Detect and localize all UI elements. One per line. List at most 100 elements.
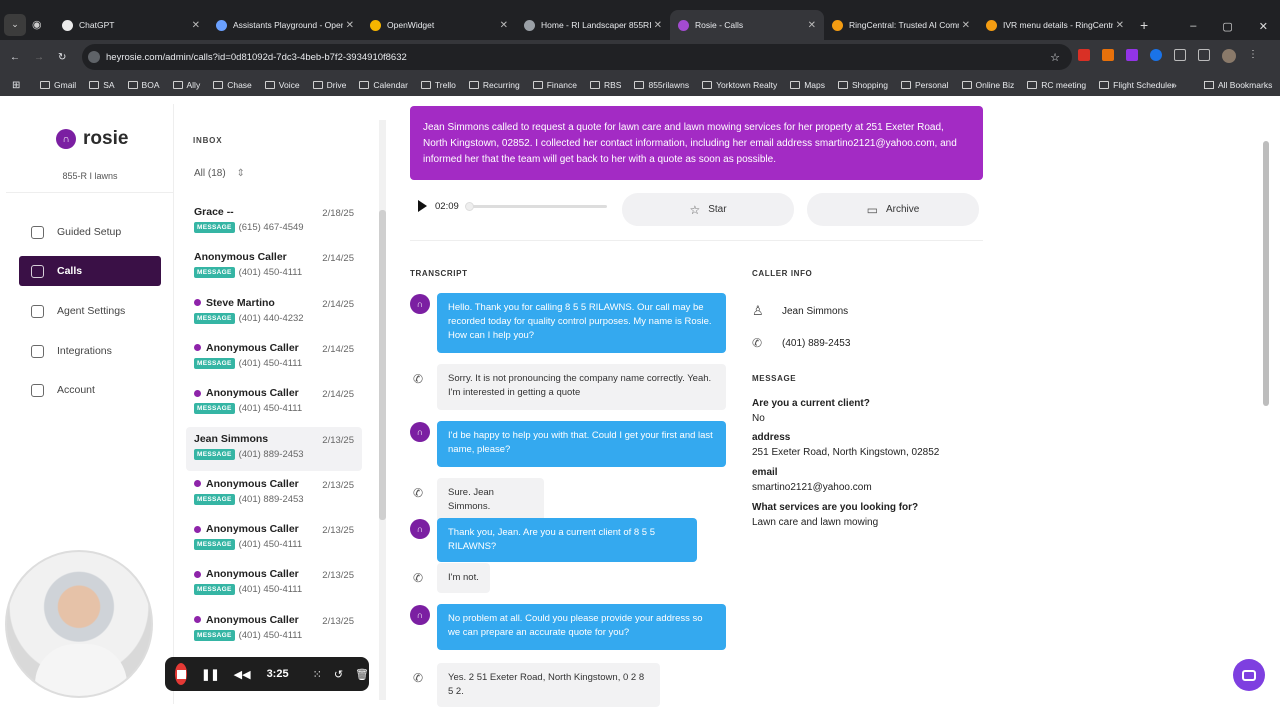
extension-icon[interactable]: [1078, 49, 1090, 61]
bookmark-item[interactable]: Finance: [532, 80, 577, 90]
extensions-puzzle-icon[interactable]: [1174, 49, 1186, 61]
back-icon[interactable]: ←: [10, 52, 20, 63]
stop-recording-button[interactable]: [175, 663, 188, 685]
inbox-row[interactable]: Jean Simmons 2/13/25 MESSAGE (401) 889-2453: [186, 426, 362, 471]
browser-tab[interactable]: IVR menu details - RingCentral ✕: [978, 10, 1132, 40]
caller-name: Anonymous Caller: [206, 477, 299, 490]
caller-phone: (401) 450-4111: [238, 403, 303, 415]
bookmark-item[interactable]: RC meeting: [1027, 80, 1086, 90]
slider-knob[interactable]: [464, 201, 474, 211]
all-bookmarks-folder[interactable]: All Bookmarks: [1204, 80, 1272, 90]
bookmark-item[interactable]: Shopping: [838, 80, 888, 90]
bookmark-item[interactable]: Flight Scheduler: [1099, 80, 1175, 90]
bookmark-item[interactable]: Ally: [172, 80, 200, 90]
inbox-row[interactable]: Anonymous Caller 2/14/25 MESSAGE (401) 450-…: [186, 245, 362, 289]
tab-close-icon[interactable]: ✕: [808, 20, 816, 31]
sidebar-item-label: Guided Setup: [57, 226, 122, 238]
inbox-row[interactable]: Anonymous Caller 2/13/25 MESSAGE (401) 450-…: [186, 608, 362, 652]
caller-phone[interactable]: (401) 889-2453: [782, 338, 850, 349]
site-info-icon[interactable]: [88, 51, 100, 63]
forward-icon[interactable]: →: [34, 52, 44, 63]
tab-close-icon[interactable]: ✕: [654, 20, 662, 31]
sidebar-item-calls[interactable]: Calls: [19, 256, 161, 286]
inbox-row[interactable]: Anonymous Caller 2/14/25 MESSAGE (401) 450-…: [186, 381, 362, 425]
more-bookmarks-icon[interactable]: »: [1172, 80, 1177, 90]
grid-icon[interactable]: ⁙: [313, 668, 322, 681]
bookmark-item[interactable]: Personal: [900, 80, 949, 90]
bookmark-item[interactable]: Online Biz: [961, 80, 1014, 90]
bookmark-item[interactable]: Trello: [420, 80, 456, 90]
audio-progress-slider[interactable]: [464, 201, 607, 211]
side-panel-icon[interactable]: [1198, 49, 1210, 61]
browser-tab[interactable]: Assistants Playground - OpenAI ✕: [208, 10, 362, 40]
bookmark-label: Shopping: [852, 80, 888, 90]
page-scrollbar[interactable]: [1262, 106, 1270, 706]
sidebar-item-account[interactable]: Account: [19, 375, 161, 405]
new-tab-button[interactable]: +: [1140, 17, 1148, 33]
bookmark-item[interactable]: Recurring: [468, 80, 520, 90]
browser-tab[interactable]: RingCentral: Trusted AI Comm ✕: [824, 10, 978, 40]
bookmark-item[interactable]: BOA: [127, 80, 160, 90]
bookmark-item[interactable]: Drive: [312, 80, 346, 90]
scrollbar-thumb[interactable]: [379, 210, 386, 520]
tab-close-icon[interactable]: ✕: [500, 20, 508, 31]
browser-tab[interactable]: ChatGPT ✕: [54, 10, 208, 40]
recording-indicator-icon: ◉: [32, 19, 42, 31]
browser-tab[interactable]: Rosie - Calls ✕: [670, 10, 824, 40]
browser-tab[interactable]: Home - RI Landscaper 855RILAWNS✕: [516, 10, 670, 40]
profile-avatar[interactable]: [1222, 49, 1236, 63]
unread-dot: [194, 480, 201, 488]
inbox-row[interactable]: Grace -- 2/18/25 MESSAGE (615) 467-4549: [186, 200, 362, 244]
menu-kebab-icon[interactable]: ⋮: [1248, 49, 1258, 63]
brand-logo[interactable]: ∩ rosie: [56, 128, 128, 150]
restart-icon[interactable]: ↺: [334, 668, 343, 681]
bookmark-item[interactable]: 855rilawns: [634, 80, 689, 90]
bookmark-item[interactable]: Voice: [264, 80, 300, 90]
row-sub-line: MESSAGE (401) 889-2453: [194, 493, 362, 505]
close-window-icon[interactable]: ✕: [1259, 20, 1268, 33]
inbox-scrollbar[interactable]: [379, 120, 386, 700]
url-field[interactable]: heyrosie.com/admin/calls?id=0d81092d-7dc…: [82, 44, 1072, 70]
trash-icon[interactable]: 🗑: [355, 668, 369, 681]
inbox-filter-select[interactable]: All (18) ⇕: [194, 168, 245, 179]
tab-close-icon[interactable]: ✕: [346, 20, 354, 31]
maximize-icon[interactable]: ▢: [1222, 20, 1232, 33]
nav-account-icon: [31, 383, 44, 397]
inbox-row[interactable]: Anonymous Caller 2/13/25 MESSAGE (401) 450-…: [186, 517, 362, 561]
bookmark-item[interactable]: RBS: [589, 80, 621, 90]
extension-icon[interactable]: [1150, 49, 1162, 61]
inbox-row[interactable]: Anonymous Caller 2/13/25 MESSAGE (401) 889-…: [186, 472, 362, 516]
archive-button[interactable]: ▭ Archive: [807, 193, 979, 226]
pause-icon[interactable]: ❚❚: [201, 668, 219, 681]
chat-widget-button[interactable]: [1233, 659, 1265, 691]
minimize-icon[interactable]: –: [1190, 20, 1196, 33]
scrollbar-thumb[interactable]: [1263, 141, 1269, 406]
sidebar-item-agent-settings[interactable]: Agent Settings: [19, 296, 161, 326]
apps-grid-icon[interactable]: ⊞: [12, 80, 20, 91]
bookmark-item[interactable]: Chase: [213, 80, 252, 90]
extension-icon[interactable]: [1102, 49, 1114, 61]
browser-tab-strip: ⌄ ◉ ChatGPT ✕ Assistants Playground - Open…: [0, 0, 1280, 40]
star-button[interactable]: ☆ Star: [622, 193, 794, 226]
browser-tab[interactable]: OpenWidget ✕: [362, 10, 516, 40]
sidebar-item-integrations[interactable]: Integrations: [19, 336, 161, 366]
tab-close-icon[interactable]: ✕: [1116, 20, 1124, 31]
bookmark-star-icon[interactable]: ☆: [1050, 51, 1060, 64]
tab-close-icon[interactable]: ✕: [192, 20, 200, 31]
bookmark-item[interactable]: Yorktown Realty: [702, 80, 777, 90]
bookmark-item[interactable]: Calendar: [359, 80, 408, 90]
bookmark-item[interactable]: SA: [89, 80, 115, 90]
inbox-row[interactable]: Steve Martino 2/14/25 MESSAGE (401) 440-423…: [186, 291, 362, 335]
rewind-icon[interactable]: ◀◀: [234, 668, 251, 681]
tab-search-button[interactable]: ⌄: [4, 13, 26, 36]
bookmark-item[interactable]: Maps: [790, 80, 825, 90]
play-button[interactable]: [418, 200, 427, 212]
bookmark-item[interactable]: Gmail: [40, 80, 76, 90]
extension-icon[interactable]: [1126, 49, 1138, 61]
inbox-row[interactable]: Anonymous Caller 2/13/25 MESSAGE (401) 450-…: [186, 562, 362, 606]
sidebar-item-guided-setup[interactable]: Guided Setup: [19, 217, 161, 247]
sidebar-item-label: Agent Settings: [57, 305, 126, 317]
tab-close-icon[interactable]: ✕: [962, 20, 970, 31]
inbox-row[interactable]: Anonymous Caller 2/14/25 MESSAGE (401) 450-…: [186, 336, 362, 380]
reload-icon[interactable]: ↻: [58, 52, 66, 63]
